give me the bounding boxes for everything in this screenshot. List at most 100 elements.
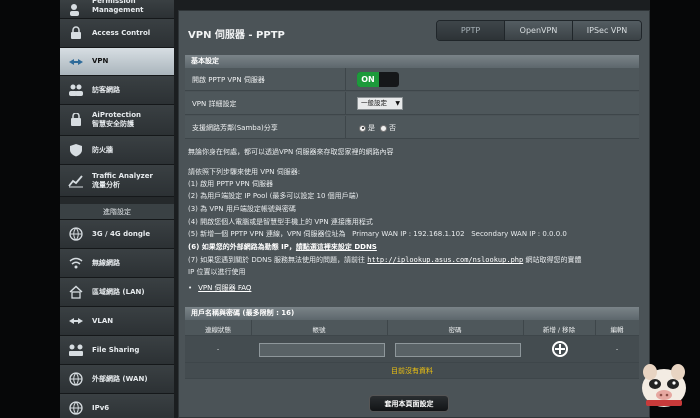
vpn-detail-row: VPN 詳細設定 一般設定 ▼	[185, 92, 639, 115]
sidebar-item-label: VPN	[92, 57, 109, 65]
col-connection-status: 連線狀態	[205, 326, 231, 334]
vpn-icon	[66, 54, 86, 70]
samba-no-label: 否	[389, 124, 396, 132]
tab-ipsec-vpn[interactable]: IPSec VPN	[573, 21, 641, 40]
ddns-setup-link[interactable]: 請點選這裡來設定 DDNS	[296, 243, 377, 251]
no-data-message: 目前沒有資料	[185, 363, 639, 379]
tab-pptp[interactable]: PPTP	[437, 21, 505, 40]
add-user-button[interactable]	[552, 341, 568, 357]
sidebar-item-label: Traffic Analyzer 流量分析	[92, 171, 153, 189]
chevron-down-icon: ▼	[395, 100, 400, 107]
samba-radio-group: 是 否	[359, 123, 396, 133]
sidebar-item-file-sharing[interactable]: File Sharing	[60, 336, 174, 365]
sidebar-item-vlan[interactable]: VLAN	[60, 307, 174, 336]
step-6-text: (6) 如果您的外部網路為動態 IP，	[188, 243, 296, 251]
sidebar-item-firewall[interactable]: 防火牆	[60, 136, 174, 165]
user-table-columns: 連線狀態 帳號 密碼 新增 / 移除 編輯	[185, 320, 639, 336]
samba-row: 支援網路芳鄰(Samba)分享 是 否	[185, 116, 639, 139]
left-margin	[0, 0, 60, 418]
iplookup-link[interactable]: http://iplookup.asus.com/nslookup.php	[367, 256, 523, 264]
sidebar-item-label: 無線網路	[92, 258, 120, 267]
sidebar-item-access-control[interactable]: Access Control	[60, 19, 174, 48]
intro-text: 無論你身在何處，都可以透過VPN 伺服器來存取您家裡的網路內容	[188, 148, 394, 156]
mascot-watermark-icon	[642, 364, 686, 407]
globe-icon	[66, 226, 86, 242]
enable-pptp-label: 開啟 PPTP VPN 伺服器	[192, 76, 265, 84]
row-edit: -	[615, 345, 619, 353]
password-input[interactable]	[395, 343, 521, 357]
vpn-type-tabs: PPTP OpenVPN IPSec VPN	[436, 20, 642, 41]
page-title: VPN 伺服器 - PPTP	[188, 30, 285, 41]
sidebar-item-traffic-analyzer[interactable]: Traffic Analyzer 流量分析	[60, 165, 174, 197]
sidebar-item-label: File Sharing	[92, 345, 140, 354]
enable-pptp-row: 開啟 PPTP VPN 伺服器 ON	[185, 68, 639, 91]
faq-bullet: •	[188, 284, 193, 292]
sidebar-item-wireless[interactable]: 無線網路	[60, 249, 174, 278]
sidebar-item-lan[interactable]: 區域網路 (LAN)	[60, 278, 174, 307]
vpn-detail-value: 一般設定	[361, 99, 387, 107]
faq-line: • VPN 伺服器 FAQ	[188, 284, 251, 293]
tab-openvpn[interactable]: OpenVPN	[505, 21, 573, 40]
vlan-icon	[66, 313, 86, 329]
step-4: (4) 開啟您個人電腦或是智慧型手機上的 VPN 連接應用程式	[188, 218, 373, 226]
vpn-faq-link[interactable]: VPN 伺服器 FAQ	[198, 284, 251, 292]
steps-intro: 請依照下列步驟來使用 VPN 伺服器:	[188, 168, 301, 176]
sidebar-item-label: 3G / 4G dongle	[92, 229, 151, 238]
step-1: (1) 啟用 PPTP VPN 伺服器	[188, 180, 274, 188]
basic-settings-header: 基本設定	[185, 55, 639, 68]
col-password: 密碼	[448, 326, 462, 334]
step-7: (7) 如果您遇到關於 DDNS 服務無法使用的問題，請前往 http://ip…	[188, 256, 581, 265]
vpn-server-panel: VPN 伺服器 - PPTP PPTP OpenVPN IPSec VPN 基本…	[178, 10, 650, 418]
sidebar-item-label: AiProtection 智慧安全防護	[92, 111, 141, 128]
samba-yes-label: 是	[368, 124, 375, 132]
aiprotection-icon	[66, 112, 86, 128]
sidebar-item-aiprotection[interactable]: AiProtection 智慧安全防護	[60, 105, 174, 136]
step-6: (6) 如果您的外部網路為動態 IP，請點選這裡來設定 DDNS	[188, 243, 377, 252]
user-input-row: - -	[185, 336, 639, 363]
samba-label: 支援網路芳鄰(Samba)分享	[192, 124, 278, 132]
step-7-text-2: 網站取得您的實體	[523, 256, 582, 264]
sidebar: Permission Management Access Control VPN…	[60, 0, 174, 418]
vpn-detail-label: VPN 詳細設定	[192, 100, 237, 108]
globe-icon	[66, 400, 86, 416]
step-2: (2) 為用戶端設定 IP Pool (最多可以設定 10 個用戶端)	[188, 192, 359, 200]
row-status: -	[216, 345, 220, 353]
samba-no-radio[interactable]	[380, 124, 387, 132]
toggle-on-label: ON	[357, 72, 379, 87]
step-3: (3) 為 VPN 用戶端設定帳號與密碼	[188, 205, 296, 213]
sidebar-item-label: 訪客網路	[92, 85, 120, 94]
sidebar-item-label: 防火牆	[92, 145, 113, 154]
sidebar-item-wan[interactable]: 外部網路 (WAN)	[60, 365, 174, 394]
sidebar-item-ipv6[interactable]: IPv6	[60, 394, 174, 418]
sidebar-item-3g-4g[interactable]: 3G / 4G dongle	[60, 220, 174, 249]
col-add-remove: 新增 / 移除	[542, 326, 576, 334]
home-icon	[66, 284, 86, 300]
globe-icon	[66, 371, 86, 387]
guest-network-icon	[66, 82, 86, 98]
firewall-icon	[66, 142, 86, 158]
apply-button[interactable]: 套用本頁面設定	[369, 395, 449, 412]
divider	[345, 92, 346, 114]
col-username: 帳號	[312, 326, 326, 334]
sidebar-item-label: 區域網路 (LAN)	[92, 287, 145, 296]
sidebar-item-vpn[interactable]: VPN	[60, 48, 174, 76]
col-edit: 編輯	[610, 326, 624, 334]
enable-pptp-toggle[interactable]: ON	[357, 72, 399, 87]
file-sharing-icon	[66, 342, 86, 358]
traffic-analyzer-icon	[66, 173, 86, 189]
step-5: (5) 新增一個 PPTP VPN 連線，VPN 伺服器位址為 Primary …	[188, 230, 567, 238]
sidebar-item-label: IPv6	[92, 403, 110, 412]
access-control-icon	[66, 25, 86, 41]
user-table-header: 用戶名稱與密碼 (最多限制 : 16)	[185, 307, 639, 320]
samba-yes-radio[interactable]	[359, 124, 366, 132]
sidebar-item-permission[interactable]: Permission Management	[60, 0, 174, 19]
sidebar-item-label: Access Control	[92, 28, 151, 37]
sidebar-item-guest-network[interactable]: 訪客網路	[60, 76, 174, 105]
step-7-text: (7) 如果您遇到關於 DDNS 服務無法使用的問題，請前往	[188, 256, 368, 264]
sidebar-item-label: Permission Management	[92, 0, 144, 14]
wifi-icon	[66, 255, 86, 271]
sidebar-item-label: 外部網路 (WAN)	[92, 374, 148, 383]
vpn-detail-select[interactable]: 一般設定 ▼	[357, 97, 403, 110]
username-input[interactable]	[259, 343, 385, 357]
step-7-cont: IP 位置以進行使用	[188, 268, 246, 276]
